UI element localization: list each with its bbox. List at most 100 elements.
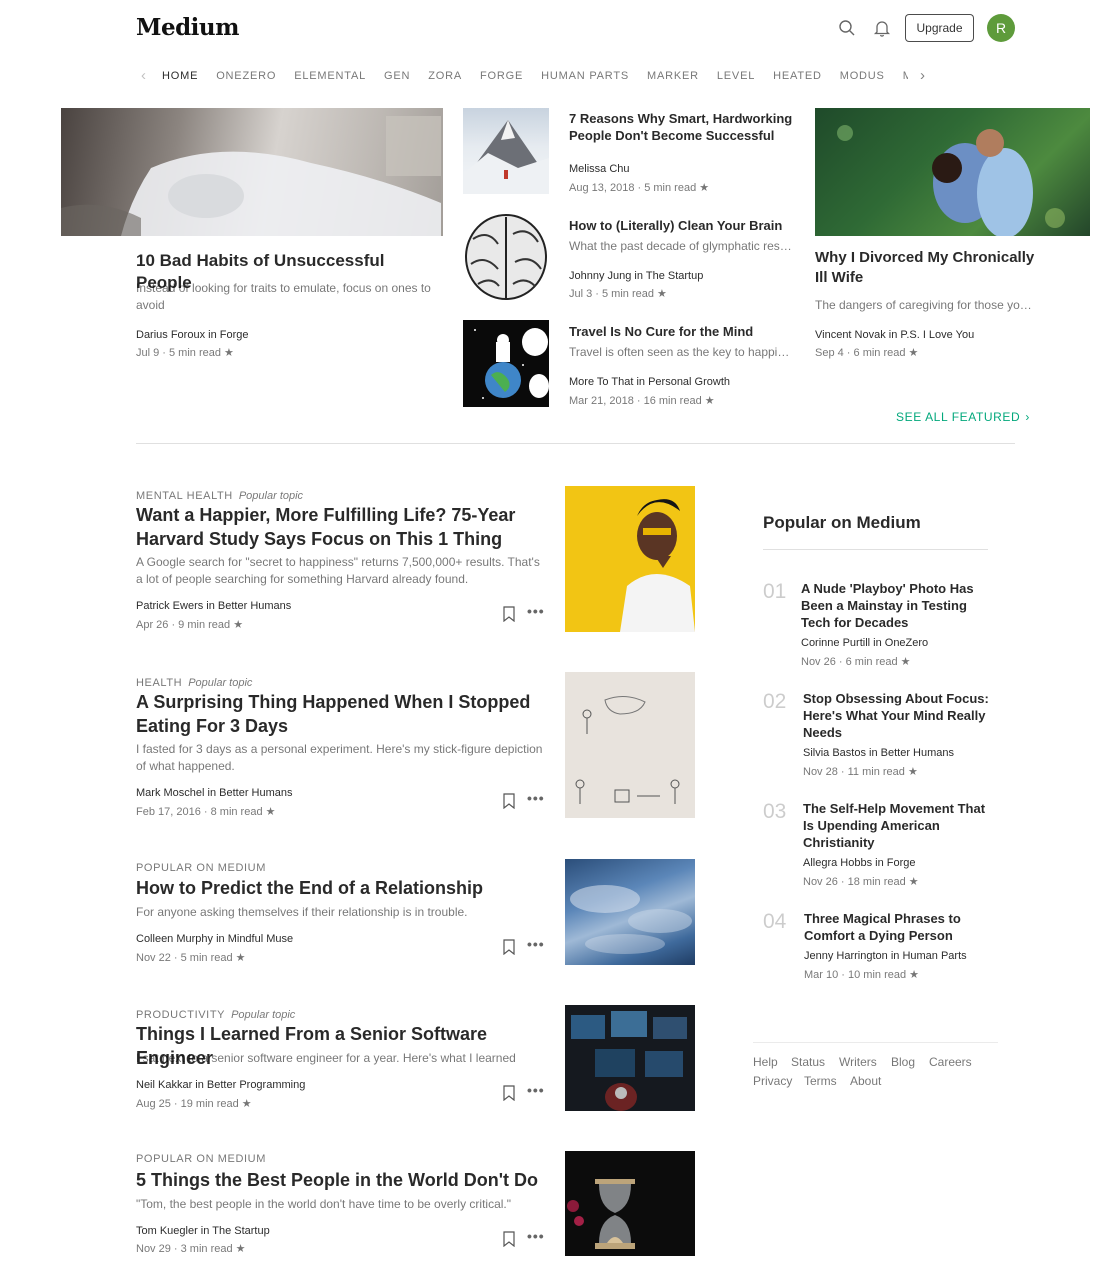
more-options-icon[interactable]: ••• <box>527 603 545 619</box>
popular-item-author[interactable]: Allegra Hobbs in Forge <box>803 857 916 869</box>
popular-item-title[interactable]: Three Magical Phrases to Comfort a Dying… <box>804 910 974 944</box>
feed-item-title[interactable]: A Surprising Thing Happened When I Stopp… <box>136 690 546 738</box>
nav-item-gen[interactable]: GEN <box>384 70 410 82</box>
popular-rank: 02 <box>763 690 787 713</box>
feed-item-author[interactable]: Tom Kuegler in The Startup <box>136 1225 270 1237</box>
popular-item-title[interactable]: A Nude 'Playboy' Photo Has Been a Mainst… <box>801 580 991 631</box>
feed-item-image[interactable] <box>565 672 695 818</box>
topic-label: POPULAR ON MEDIUM <box>136 862 272 874</box>
feed-item-subtitle[interactable]: For anyone asking themselves if their re… <box>136 904 548 921</box>
featured-mid-2-subtitle[interactable]: What the past decade of glymphatic resea… <box>569 238 795 254</box>
feed-item-author[interactable]: Patrick Ewers in Better Humans <box>136 600 291 612</box>
feed-item-author[interactable]: Mark Moschel in Better Humans <box>136 787 293 799</box>
feed-item-subtitle[interactable]: I sat next to a senior software engineer… <box>136 1050 548 1067</box>
feed-item-image[interactable] <box>565 1005 695 1111</box>
featured-right-subtitle[interactable]: The dangers of caregiving for those you … <box>815 297 1038 313</box>
featured-mid-3-title[interactable]: Travel Is No Cure for the Mind <box>569 323 794 340</box>
more-options-icon[interactable]: ••• <box>527 790 545 806</box>
nav-item-elemental[interactable]: ELEMENTAL <box>294 70 366 82</box>
more-options-icon[interactable]: ••• <box>527 1228 545 1244</box>
featured-main-image[interactable] <box>61 108 443 236</box>
footer-link-careers[interactable]: Careers <box>929 1055 972 1069</box>
bookmark-icon[interactable] <box>502 1231 516 1248</box>
bookmark-icon[interactable] <box>502 793 516 810</box>
medium-logo[interactable]: Medium <box>136 14 239 41</box>
popular-item-meta: Nov 28 · 11 min read ★ <box>803 766 918 778</box>
feed-item-subtitle[interactable]: I fasted for 3 days as a personal experi… <box>136 741 548 775</box>
nav-item-marker[interactable]: MARKER <box>647 70 699 82</box>
nav-item-forge[interactable]: FORGE <box>480 70 523 82</box>
featured-main-subtitle[interactable]: Instead of looking for traits to emulate… <box>136 280 436 314</box>
topic-name: MENTAL HEALTH <box>136 490 233 502</box>
feed-item-title[interactable]: Want a Happier, More Fulfilling Life? 75… <box>136 503 546 551</box>
featured-mid-3-subtitle[interactable]: Travel is often seen as the key to happi… <box>569 344 795 360</box>
feed-item-image[interactable] <box>565 1151 695 1256</box>
topic-tag: Popular topic <box>231 1009 296 1021</box>
featured-mid-3-author[interactable]: More To That in Personal Growth <box>569 376 730 388</box>
footer-link-privacy[interactable]: Privacy <box>753 1074 792 1088</box>
feed-item-image[interactable] <box>565 859 695 965</box>
chevron-left-icon[interactable]: ‹ <box>141 67 146 84</box>
bookmark-icon[interactable] <box>502 939 516 956</box>
featured-mid-1-image[interactable] <box>463 108 549 194</box>
featured-right-image[interactable] <box>815 108 1090 236</box>
featured-mid-1-author[interactable]: Melissa Chu <box>569 163 630 175</box>
footer-link-blog[interactable]: Blog <box>891 1055 915 1069</box>
feed-item-author[interactable]: Colleen Murphy in Mindful Muse <box>136 933 293 945</box>
feed-item-author[interactable]: Neil Kakkar in Better Programming <box>136 1079 305 1091</box>
see-all-featured-link[interactable]: SEE ALL FEATURED › <box>896 410 1030 424</box>
upgrade-button[interactable]: Upgrade <box>905 14 974 42</box>
feed-item-title[interactable]: How to Predict the End of a Relationship <box>136 876 546 900</box>
bookmark-icon[interactable] <box>502 606 516 623</box>
feed-item-subtitle[interactable]: "Tom, the best people in the world don't… <box>136 1196 548 1213</box>
feed-item-image[interactable] <box>565 486 695 632</box>
popular-item-title[interactable]: Stop Obsessing About Focus: Here's What … <box>803 690 993 741</box>
nav-item-human-parts[interactable]: HUMAN PARTS <box>541 70 629 82</box>
featured-mid-1-title[interactable]: 7 Reasons Why Smart, Hardworking People … <box>569 110 794 144</box>
footer-link-help[interactable]: Help <box>753 1055 778 1069</box>
nav-item-level[interactable]: LEVEL <box>717 70 755 82</box>
popular-item-title[interactable]: The Self-Help Movement That Is Upending … <box>803 800 993 851</box>
featured-mid-3-meta: Mar 21, 2018 · 16 min read ★ <box>569 395 715 407</box>
nav-item-heated[interactable]: HEATED <box>773 70 822 82</box>
nav-item-modus[interactable]: MODUS <box>840 70 885 82</box>
nav-item-zora[interactable]: ZORA <box>428 70 462 82</box>
more-options-icon[interactable]: ••• <box>527 1082 545 1098</box>
footer-link-terms[interactable]: Terms <box>804 1074 837 1088</box>
featured-right-title[interactable]: Why I Divorced My Chronically Ill Wife <box>815 248 1040 288</box>
search-icon[interactable] <box>837 18 857 38</box>
popular-item-author[interactable]: Silvia Bastos in Better Humans <box>803 747 954 759</box>
featured-mid-2-author[interactable]: Johnny Jung in The Startup <box>569 270 703 282</box>
popular-item-author[interactable]: Jenny Harrington in Human Parts <box>804 950 967 962</box>
bookmark-icon[interactable] <box>502 1085 516 1102</box>
chevron-right-icon[interactable]: › <box>920 67 925 84</box>
topic-name: HEALTH <box>136 677 183 689</box>
nav-item-more[interactable]: MO <box>903 70 908 82</box>
nav-item-onezero[interactable]: ONEZERO <box>216 70 276 82</box>
feed-item-meta: Aug 25 · 19 min read ★ <box>136 1098 252 1110</box>
featured-right-author[interactable]: Vincent Novak in P.S. I Love You <box>815 329 974 341</box>
popular-item-meta: Mar 10 · 10 min read ★ <box>804 969 920 981</box>
more-options-icon[interactable]: ••• <box>527 936 545 952</box>
see-all-label: SEE ALL FEATURED <box>896 410 1021 424</box>
popular-item-meta: Nov 26 · 6 min read ★ <box>801 656 911 668</box>
featured-right-meta: Sep 4 · 6 min read ★ <box>815 347 919 359</box>
featured-mid-1-meta: Aug 13, 2018 · 5 min read ★ <box>569 182 710 194</box>
popular-item-author[interactable]: Corinne Purtill in OneZero <box>801 637 928 649</box>
footer-link-writers[interactable]: Writers <box>839 1055 877 1069</box>
featured-main-author[interactable]: Darius Foroux in Forge <box>136 329 249 341</box>
nav-item-home[interactable]: HOME <box>162 70 198 82</box>
footer-link-status[interactable]: Status <box>791 1055 825 1069</box>
footer-link-about[interactable]: About <box>850 1074 881 1088</box>
topic-name: POPULAR ON MEDIUM <box>136 1153 266 1165</box>
feed-item-subtitle[interactable]: A Google search for "secret to happiness… <box>136 554 548 588</box>
bell-icon[interactable] <box>872 18 892 38</box>
featured-mid-2-image[interactable] <box>463 214 549 300</box>
featured-mid-2-meta: Jul 3 · 5 min read ★ <box>569 288 667 300</box>
popular-rank: 01 <box>763 580 787 603</box>
feed-item-title[interactable]: 5 Things the Best People in the World Do… <box>136 1168 546 1192</box>
featured-mid-2-title[interactable]: How to (Literally) Clean Your Brain <box>569 217 794 234</box>
featured-main-meta: Jul 9 · 5 min read ★ <box>136 347 234 359</box>
avatar[interactable]: R <box>987 14 1015 42</box>
featured-mid-3-image[interactable] <box>463 320 549 407</box>
